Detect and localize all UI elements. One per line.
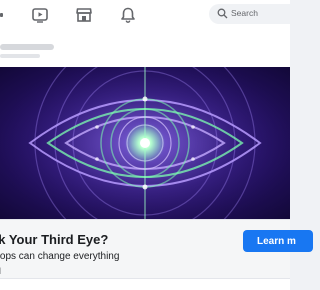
home-icon[interactable] xyxy=(0,13,3,17)
ad-headline[interactable]: ck Your Third Eye? xyxy=(0,232,108,247)
post-meta-placeholder xyxy=(0,54,40,58)
ad-call-to-action-bar: ck Your Third Eye? drops can change ever… xyxy=(0,219,313,279)
search-icon xyxy=(217,8,228,19)
search-placeholder: Search xyxy=(231,8,258,18)
author-name-placeholder xyxy=(0,44,54,50)
top-navigation-bar: Search xyxy=(0,0,309,31)
ad-description: drops can change everything xyxy=(0,251,120,262)
learn-more-button[interactable]: Learn m xyxy=(243,230,313,252)
ad-image[interactable] xyxy=(0,67,290,219)
post-footer-text: d xyxy=(0,266,1,276)
notifications-icon[interactable] xyxy=(119,6,137,24)
video-icon[interactable] xyxy=(31,6,49,24)
sponsored-post: ck Your Third Eye? drops can change ever… xyxy=(0,30,313,290)
search-input[interactable]: Search xyxy=(209,4,309,24)
marketplace-icon[interactable] xyxy=(75,6,93,24)
